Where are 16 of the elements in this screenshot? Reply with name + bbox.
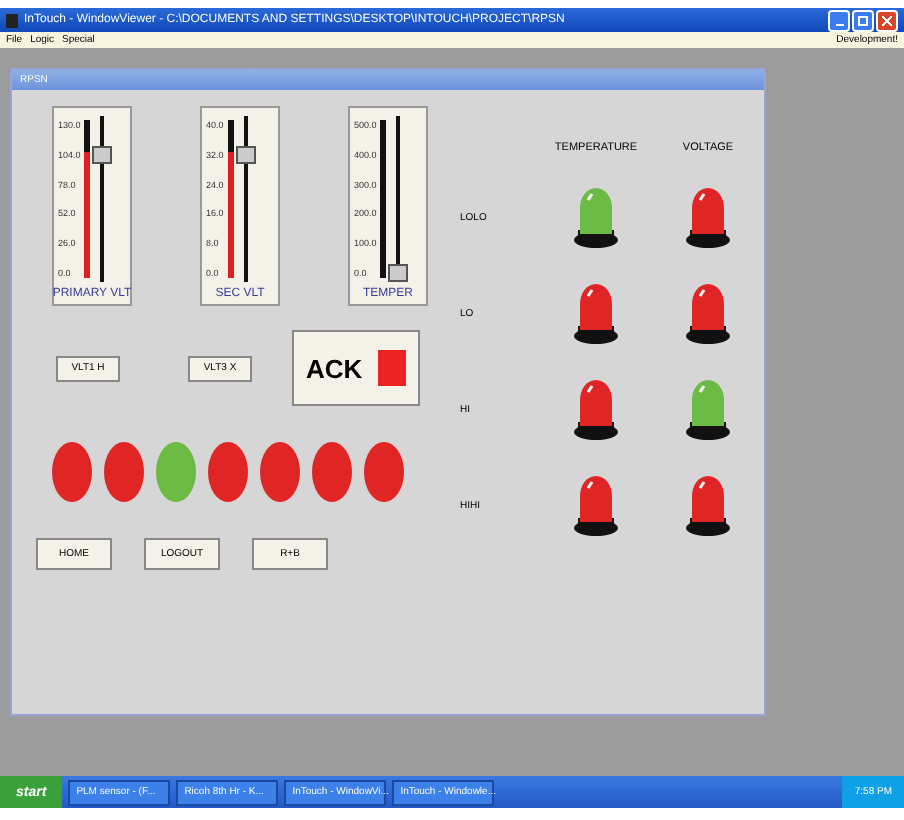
beacon-lamp-icon (572, 378, 620, 442)
maximize-button[interactable] (852, 9, 874, 31)
beacon-lamp-icon (572, 474, 620, 538)
beacon-lamp-icon (684, 474, 732, 538)
ack-button[interactable]: ACK (292, 330, 420, 406)
slider-thumb[interactable] (235, 145, 256, 164)
slider-thumb[interactable] (92, 145, 113, 164)
slider-thumb[interactable] (388, 264, 409, 282)
beacon-lamp-icon (572, 186, 620, 250)
beacon-lamp-icon (684, 186, 732, 250)
beacon-lamp-icon (684, 378, 732, 442)
close-button[interactable] (876, 9, 898, 31)
beacon-lamp-icon (684, 282, 732, 346)
beacon-lamp-icon (572, 282, 620, 346)
app-icon (6, 13, 18, 27)
minimize-button[interactable] (828, 9, 850, 31)
